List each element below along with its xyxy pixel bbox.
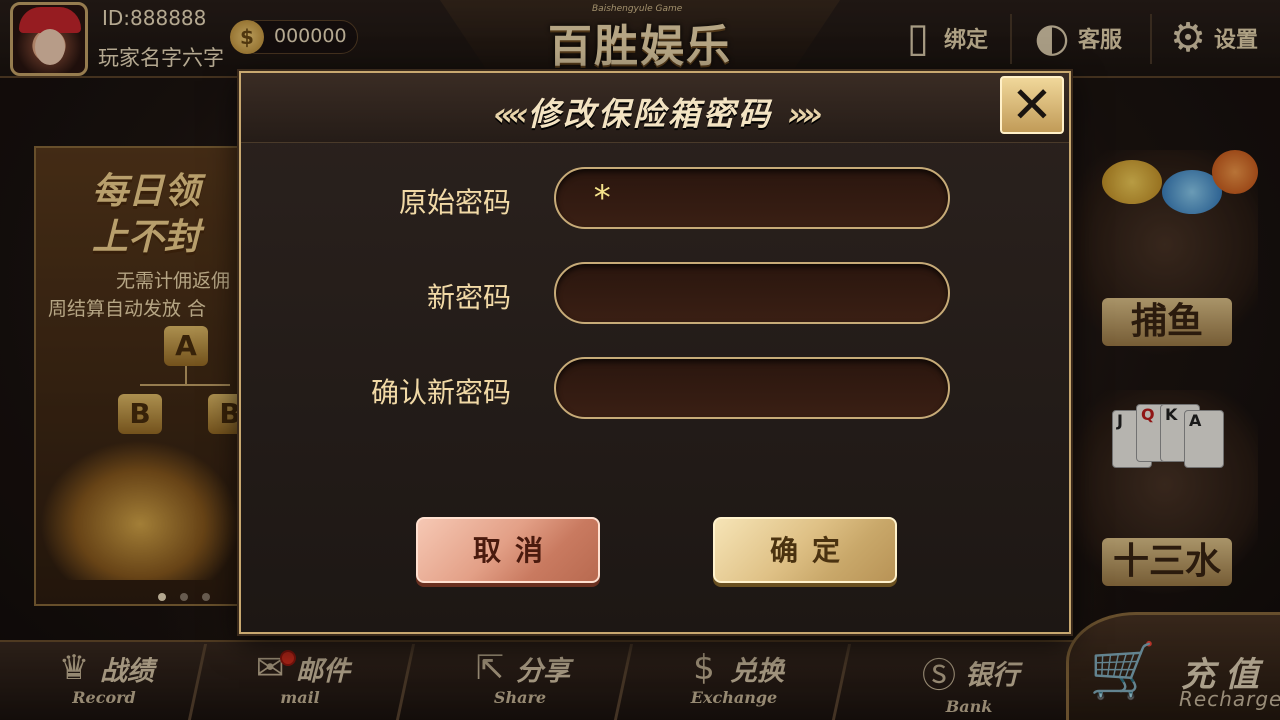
change-safe-password-dialog: «« 修改保险箱密码 »» ✕ 原始密码 * 新密码 确认新密码 取消 确定 (239, 71, 1071, 634)
dialog-title-text: 修改保险箱密码 (527, 95, 773, 133)
new-password-field[interactable] (554, 262, 950, 324)
confirm-password-field[interactable] (554, 357, 950, 419)
original-password-field[interactable]: * (554, 167, 950, 229)
chevron-left-icon: «« (493, 95, 529, 133)
confirm-password-label: 确认新密码 (370, 376, 511, 409)
new-password-label: 新密码 (426, 281, 511, 314)
close-button[interactable]: ✕ (1000, 76, 1064, 134)
confirm-button[interactable]: 确定 (713, 517, 897, 583)
cancel-button[interactable]: 取消 (416, 517, 600, 583)
original-password-label: 原始密码 (398, 186, 511, 219)
dialog-title: «« 修改保险箱密码 »» (241, 89, 1069, 135)
chevron-right-icon: »» (787, 95, 823, 133)
